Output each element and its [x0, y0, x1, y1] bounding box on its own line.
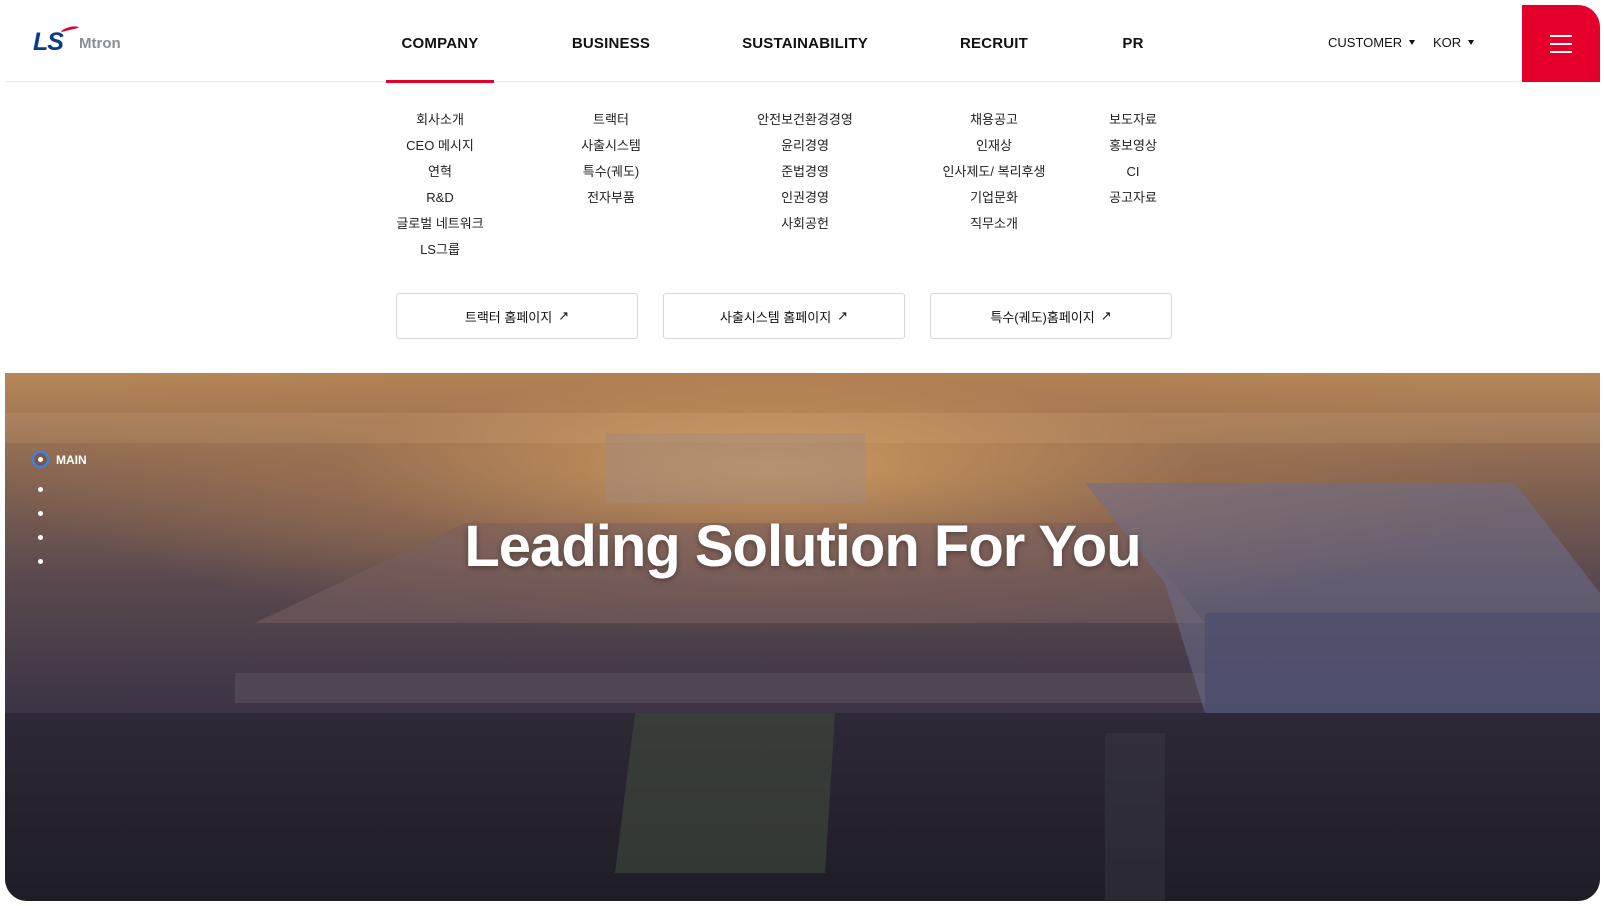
submenu-item[interactable]: 보도자료: [1109, 107, 1157, 133]
submenu-item[interactable]: LS그룹: [420, 237, 460, 263]
language-label: KOR: [1433, 35, 1462, 50]
submenu-item[interactable]: 인재상: [976, 133, 1012, 159]
caret-down-icon: [1409, 40, 1416, 45]
submenu-recruit: 채용공고 인재상 인사제도/ 복리후생 기업문화 직무소개: [925, 107, 1063, 237]
submenu-item[interactable]: CEO 메시지: [406, 133, 474, 159]
submenu-item[interactable]: 사회공헌: [781, 211, 829, 237]
page-frame: LS Mtron COMPANY BUSINESS SUSTAINABILITY…: [5, 5, 1600, 901]
submenu-company: 회사소개 CEO 메시지 연혁 R&D 글로벌 네트워크 LS그룹: [386, 107, 494, 263]
active-indicator-icon: [32, 451, 49, 468]
external-link-icon: ↗: [837, 308, 849, 323]
external-link-icon: ↗: [1100, 308, 1112, 323]
submenu-item[interactable]: R&D: [426, 185, 453, 211]
submenu-item[interactable]: CI: [1127, 159, 1140, 185]
submenu-item[interactable]: 특수(궤도): [583, 159, 640, 185]
section-indicator-label: MAIN: [56, 452, 87, 467]
submenu-item[interactable]: 전자부품: [587, 185, 635, 211]
logo-wordmark: Mtron: [79, 35, 121, 52]
site-button-label: 특수(궤도)홈페이지: [990, 309, 1095, 325]
submenu-item[interactable]: 직무소개: [970, 211, 1018, 237]
nav-pr[interactable]: PR: [1103, 5, 1163, 82]
submenu-item[interactable]: 연혁: [428, 159, 452, 185]
submenu-item[interactable]: 홍보영상: [1109, 133, 1157, 159]
submenu-item[interactable]: 공고자료: [1109, 185, 1157, 211]
injection-site-button[interactable]: 사출시스템 홈페이지 ↗: [663, 293, 905, 339]
factory-aerial-image: [5, 413, 1600, 901]
section-indicator-main[interactable]: MAIN: [32, 451, 87, 468]
language-dropdown[interactable]: KOR: [1433, 35, 1475, 50]
tractor-site-button[interactable]: 트랙터 홈페이지 ↗: [396, 293, 638, 339]
submenu-sustainability: 안전보건환경경영 윤리경영 준법경영 인권경영 사회공헌: [725, 107, 885, 237]
submenu-item[interactable]: 회사소개: [416, 107, 464, 133]
submenu-item[interactable]: 인사제도/ 복리후생: [943, 159, 1046, 185]
customer-label: CUSTOMER: [1328, 35, 1403, 50]
hamburger-line: [1550, 50, 1572, 53]
submenu-item[interactable]: 윤리경영: [781, 133, 829, 159]
section-dot[interactable]: [38, 487, 43, 492]
logo-ls-text: LS: [33, 28, 64, 56]
nav-company[interactable]: COMPANY: [386, 5, 494, 83]
nav-sustainability[interactable]: SUSTAINABILITY: [725, 5, 885, 82]
submenu-item[interactable]: 안전보건환경경영: [757, 107, 853, 133]
submenu-pr: 보도자료 홍보영상 CI 공고자료: [1093, 107, 1173, 211]
site-header: LS Mtron COMPANY BUSINESS SUSTAINABILITY…: [5, 5, 1600, 83]
external-link-icon: ↗: [558, 308, 570, 323]
ls-mtron-logo[interactable]: LS Mtron: [33, 24, 121, 56]
hamburger-icon: [1550, 34, 1572, 37]
nav-recruit[interactable]: RECRUIT: [945, 5, 1043, 82]
hero-headline: Leading Solution For You: [464, 514, 1141, 579]
submenu-item[interactable]: 글로벌 네트워크: [396, 211, 483, 237]
submenu-item[interactable]: 준법경영: [781, 159, 829, 185]
customer-dropdown[interactable]: CUSTOMER: [1328, 35, 1416, 50]
hamburger-line: [1550, 42, 1572, 45]
hero-section: MAIN Leading Solution For You: [5, 373, 1600, 901]
submenu-business: 트랙터 사출시스템 특수(궤도) 전자부품: [553, 107, 669, 211]
submenu-item[interactable]: 사출시스템: [581, 133, 641, 159]
nav-business[interactable]: BUSINESS: [553, 5, 669, 82]
submenu-item[interactable]: 채용공고: [970, 107, 1018, 133]
caret-down-icon: [1468, 40, 1475, 45]
submenu-item[interactable]: 기업문화: [970, 185, 1018, 211]
site-button-label: 사출시스템 홈페이지: [719, 309, 832, 325]
track-site-button[interactable]: 특수(궤도)홈페이지 ↗: [930, 293, 1172, 339]
submenu-item[interactable]: 인권경영: [781, 185, 829, 211]
mega-menu-dropdown: 회사소개 CEO 메시지 연혁 R&D 글로벌 네트워크 LS그룹 트랙터 사출…: [5, 83, 1600, 373]
logo-mark: LS: [33, 24, 80, 56]
full-menu-button[interactable]: [1522, 5, 1600, 82]
submenu-item[interactable]: 트랙터: [593, 107, 629, 133]
logo-swoosh: [60, 24, 80, 36]
site-button-label: 트랙터 홈페이지: [464, 309, 553, 325]
